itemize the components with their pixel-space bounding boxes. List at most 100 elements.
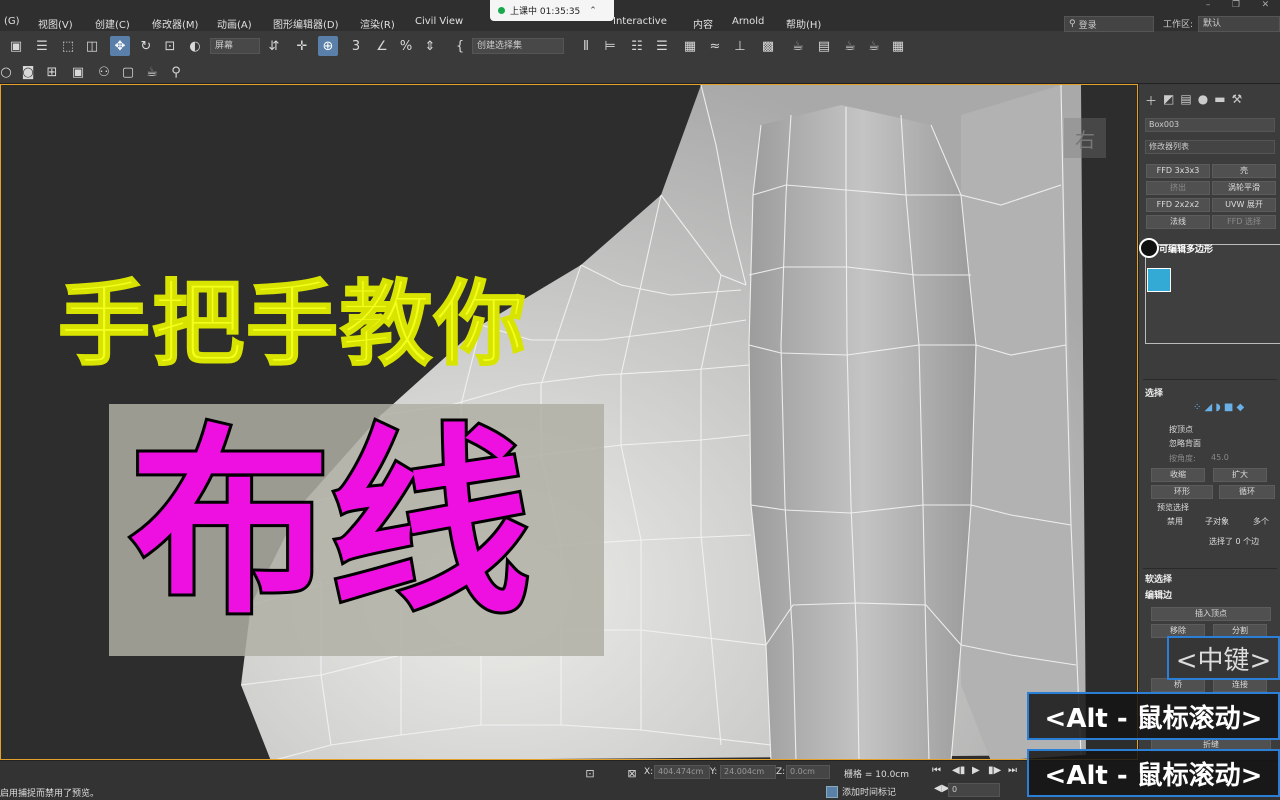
go-to-end-icon[interactable]: ⏭ <box>1008 765 1017 776</box>
rendered-frame-icon[interactable]: ▤ <box>814 36 834 56</box>
hierarchy-tab-icon[interactable]: ▤ <box>1180 92 1191 112</box>
uvw-unwrap-button[interactable]: UVW 展开 <box>1212 198 1276 212</box>
extrude-button[interactable]: 挤出 <box>1146 181 1210 195</box>
restore-icon[interactable]: ❐ <box>1232 0 1240 14</box>
placement-icon[interactable]: ◐ <box>185 36 205 56</box>
modify-tab-icon[interactable]: ◩ <box>1163 92 1174 112</box>
modifier-stack[interactable] <box>1145 244 1280 344</box>
select-manipulate-icon[interactable]: ✛ <box>292 36 312 56</box>
mirror-icon[interactable]: ⫴ <box>576 36 596 56</box>
layer-explorer-icon[interactable]: ☰ <box>652 36 672 56</box>
toggle-ribbon-icon[interactable]: ▦ <box>680 36 700 56</box>
close-icon[interactable]: ✕ <box>1262 0 1270 14</box>
viewport-layout-icon[interactable]: ▣ <box>68 62 88 82</box>
current-frame-field[interactable]: 0 <box>948 783 1000 797</box>
menu-item-group[interactable]: (G) <box>4 16 20 27</box>
minimize-icon[interactable]: – <box>1206 0 1211 14</box>
menu-item-create[interactable]: 创建(C) <box>95 16 130 31</box>
select-object-icon[interactable]: ▣ <box>6 36 26 56</box>
display-tab-icon[interactable]: ▬ <box>1214 92 1225 112</box>
ignore-backfacing-checkbox[interactable]: 忽略背面 <box>1169 438 1201 449</box>
next-frame-icon[interactable]: ▮▶ <box>988 765 1001 776</box>
soft-selection-rollout-title[interactable]: 软选择 <box>1145 572 1172 585</box>
rect-selection-icon[interactable]: ⬚ <box>58 36 78 56</box>
ffd-3x3x3-button[interactable]: FFD 3x3x3 <box>1146 164 1210 178</box>
previous-frame-icon[interactable]: ◀▮ <box>952 765 965 776</box>
workspace-dropdown[interactable]: 默认 <box>1198 16 1280 32</box>
create-tab-icon[interactable]: ＋ <box>1145 92 1157 112</box>
move-icon[interactable]: ✥ <box>110 36 130 56</box>
ring-button[interactable]: 环形 <box>1151 485 1213 499</box>
go-to-start-icon[interactable]: ⏮ <box>932 765 941 776</box>
render-icon[interactable]: ☕ <box>840 36 860 56</box>
shrink-button[interactable]: 收缩 <box>1151 468 1205 482</box>
preview-subobject-radio[interactable]: 子对象 <box>1205 516 1229 527</box>
absolute-mode-icon[interactable]: ⊠ <box>622 763 642 783</box>
align-icon[interactable]: ⊨ <box>600 36 620 56</box>
scene-explorer-icon[interactable]: ☷ <box>627 36 647 56</box>
window-crossing-icon[interactable]: ◫ <box>82 36 102 56</box>
normal-button[interactable]: 法线 <box>1146 215 1210 229</box>
curve-editor-icon[interactable]: ≈ <box>705 36 725 56</box>
teapot-icon[interactable]: ☕ <box>142 62 162 82</box>
named-selection-dropdown[interactable]: 创建选择集 <box>472 38 564 54</box>
loop-button[interactable]: 循环 <box>1219 485 1275 499</box>
percent-snap-icon[interactable]: % <box>396 36 416 56</box>
render-iterative-icon[interactable]: ☕ <box>864 36 884 56</box>
preview-disabled-radio[interactable]: 禁用 <box>1167 516 1183 527</box>
preview-multi-radio[interactable]: 多个 <box>1253 516 1269 527</box>
recording-indicator[interactable]: 上课中 01:35:35 ⌃ <box>490 0 614 21</box>
schematic-view-icon[interactable]: ⊥ <box>730 36 750 56</box>
select-by-name-icon[interactable]: ☰ <box>32 36 52 56</box>
rotate-icon[interactable]: ↻ <box>136 36 156 56</box>
ffd-2x2x2-button[interactable]: FFD 2x2x2 <box>1146 198 1210 212</box>
pivot-icon[interactable]: ⇵ <box>264 36 284 56</box>
circle-tool-icon[interactable]: ○ <box>0 62 16 82</box>
menu-item-graph-editors[interactable]: 图形编辑器(D) <box>273 16 339 31</box>
frame-icon[interactable]: ▢ <box>118 62 138 82</box>
camera-icon[interactable]: ⚇ <box>94 62 114 82</box>
login-field[interactable]: ⚲ 登录 <box>1064 16 1154 32</box>
menu-item-content[interactable]: 内容 <box>693 16 713 31</box>
snap-toggle-icon[interactable]: 3 <box>346 36 366 56</box>
ffd-select-button[interactable]: FFD 选择 <box>1212 215 1276 229</box>
named-selection-icon[interactable]: { <box>450 36 470 56</box>
play-icon[interactable]: ▶ <box>972 765 980 776</box>
scale-icon[interactable]: ⊡ <box>160 36 180 56</box>
menu-item-animation[interactable]: 动画(A) <box>217 16 252 31</box>
menu-item-view[interactable]: 视图(V) <box>38 16 73 31</box>
menu-item-civil-view[interactable]: Civil View <box>415 16 463 27</box>
keyboard-shortcut-icon[interactable]: ⊕ <box>318 36 338 56</box>
render-online-icon[interactable]: ▦ <box>888 36 908 56</box>
object-name-field[interactable]: Box003 <box>1145 118 1275 132</box>
menu-item-interactive[interactable]: Interactive <box>613 16 667 27</box>
by-angle-value[interactable]: 45.0 <box>1211 453 1229 462</box>
by-vertex-checkbox[interactable]: 按顶点 <box>1169 424 1193 435</box>
modifier-list-dropdown[interactable]: 修改器列表 <box>1145 140 1275 154</box>
material-editor-icon[interactable]: ▩ <box>758 36 778 56</box>
edit-edges-rollout-title[interactable]: 编辑边 <box>1145 588 1172 601</box>
insert-vertex-button[interactable]: 插入顶点 <box>1151 607 1271 621</box>
motion-tab-icon[interactable]: ● <box>1198 92 1208 112</box>
menu-item-arnold[interactable]: Arnold <box>732 16 764 27</box>
viewcube[interactable]: 右 <box>1064 118 1106 158</box>
grow-button[interactable]: 扩大 <box>1213 468 1267 482</box>
pin-stack-icon[interactable] <box>1139 238 1159 258</box>
utilities-tab-icon[interactable]: ⚒ <box>1232 92 1243 112</box>
x-coordinate-field[interactable]: 404.474cm <box>654 765 710 779</box>
reference-coordinate-dropdown[interactable]: 屏幕 <box>210 38 260 54</box>
light-icon[interactable]: ⚲ <box>166 62 186 82</box>
snap-grid-icon[interactable]: ⊞ <box>42 62 62 82</box>
menu-item-help[interactable]: 帮助(H) <box>786 16 821 31</box>
isolate-icon[interactable]: ⊡ <box>580 763 600 783</box>
object-paint-icon[interactable]: ◙ <box>18 62 38 82</box>
menu-item-modifiers[interactable]: 修改器(M) <box>152 16 198 31</box>
spinner-snap-icon[interactable]: ⇕ <box>420 36 440 56</box>
edge-subobject-icon[interactable] <box>1147 268 1171 292</box>
turbosmooth-button[interactable]: 涡轮平滑 <box>1212 181 1276 195</box>
render-setup-icon[interactable]: ☕ <box>788 36 808 56</box>
z-coordinate-field[interactable]: 0.0cm <box>786 765 830 779</box>
add-time-tag[interactable]: 添加时间标记 <box>826 785 896 798</box>
by-angle-checkbox[interactable]: 按角度: <box>1169 453 1196 464</box>
angle-snap-icon[interactable]: ∠ <box>372 36 392 56</box>
